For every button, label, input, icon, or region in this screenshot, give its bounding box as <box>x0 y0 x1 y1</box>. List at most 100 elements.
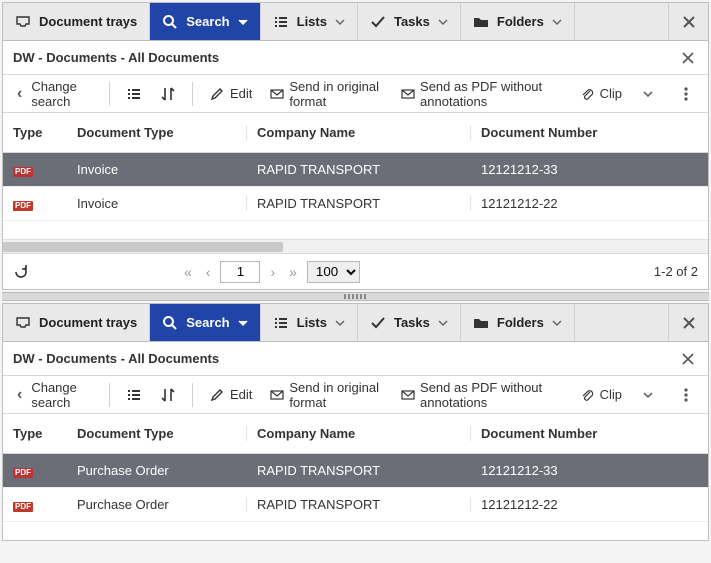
horizontal-scrollbar[interactable] <box>3 239 708 253</box>
toolbar-dropdown[interactable] <box>634 383 662 407</box>
page-size-select[interactable]: 100 <box>307 261 360 283</box>
tab-document-trays[interactable]: Document trays <box>3 3 150 40</box>
cell-document-number: 12121212-22 <box>471 497 708 512</box>
mail-icon <box>270 387 284 403</box>
chevron-down-icon[interactable] <box>438 318 448 328</box>
chevron-down-icon[interactable] <box>438 17 448 27</box>
close-icon <box>682 15 696 29</box>
sort-button[interactable] <box>154 383 182 407</box>
tab-tasks[interactable]: Tasks <box>358 3 461 40</box>
edit-button[interactable]: Edit <box>203 82 258 106</box>
toolbar-dropdown[interactable] <box>634 82 662 106</box>
send-original-button[interactable]: Send in original format <box>264 376 389 414</box>
tab-bar: Document trays Search Lists Tasks Folder… <box>3 304 708 342</box>
chevron-down-icon[interactable] <box>238 17 248 27</box>
col-type[interactable]: Type <box>3 426 67 441</box>
pencil-icon <box>209 86 225 102</box>
cell-document-type: Purchase Order <box>67 497 247 512</box>
edit-button[interactable]: Edit <box>203 383 258 407</box>
tab-bar: Document trays Search Lists Tasks Folder… <box>3 3 708 41</box>
tab-search[interactable]: Search <box>150 304 260 341</box>
pager-nav: « ‹ › » 100 <box>180 261 360 283</box>
chevron-down-icon[interactable] <box>552 318 562 328</box>
tab-document-trays[interactable]: Document trays <box>3 304 150 341</box>
send-original-button[interactable]: Send in original format <box>264 75 389 113</box>
tab-tasks[interactable]: Tasks <box>358 304 461 341</box>
display-mode-button[interactable] <box>120 82 148 106</box>
toolbar-overflow <box>634 82 700 106</box>
col-document-type[interactable]: Document Type <box>67 426 247 441</box>
folder-icon <box>473 14 489 30</box>
toolbar-label: Clip <box>600 387 622 402</box>
paperclip-icon <box>579 86 595 102</box>
cell-company: RAPID TRANSPORT <box>247 196 471 211</box>
mail-icon <box>401 387 415 403</box>
close-tabgroup-button[interactable] <box>668 304 708 341</box>
display-mode-button[interactable] <box>120 383 148 407</box>
prev-page-button[interactable]: ‹ <box>202 262 215 282</box>
table-row[interactable]: PDF Invoice RAPID TRANSPORT 12121212-33 <box>3 153 708 187</box>
send-pdf-button[interactable]: Send as PDF without annotations <box>395 75 567 113</box>
tab-search[interactable]: Search <box>150 3 260 40</box>
col-company[interactable]: Company Name <box>247 125 471 140</box>
scrollbar-thumb[interactable] <box>3 242 283 252</box>
first-page-button[interactable]: « <box>180 262 196 282</box>
refresh-button[interactable] <box>13 264 29 280</box>
last-page-button[interactable]: » <box>285 262 301 282</box>
sort-button[interactable] <box>154 82 182 106</box>
change-search-button[interactable]: Change search <box>11 376 99 414</box>
cell-document-number: 12121212-22 <box>471 196 708 211</box>
tab-lists[interactable]: Lists <box>261 3 358 40</box>
cell-document-type: Purchase Order <box>67 463 247 478</box>
pdf-icon: PDF <box>13 201 33 211</box>
list-icon <box>126 387 142 403</box>
change-search-button[interactable]: Change search <box>11 75 99 113</box>
clip-button[interactable]: Clip <box>573 82 628 106</box>
cell-document-number: 12121212-33 <box>471 162 708 177</box>
col-company[interactable]: Company Name <box>247 426 471 441</box>
tab-folders[interactable]: Folders <box>461 304 575 341</box>
chevron-down-icon[interactable] <box>335 17 345 27</box>
table-row[interactable]: PDF Purchase Order RAPID TRANSPORT 12121… <box>3 454 708 488</box>
col-document-number[interactable]: Document Number <box>471 125 708 140</box>
cell-company: RAPID TRANSPORT <box>247 497 471 512</box>
table-row[interactable]: PDF Invoice RAPID TRANSPORT 12121212-22 <box>3 187 708 221</box>
toolbar-label: Send as PDF without annotations <box>420 79 561 109</box>
chevron-down-icon[interactable] <box>552 17 562 27</box>
close-icon <box>682 52 694 64</box>
close-view-button[interactable] <box>678 349 698 369</box>
table-header: Type Document Type Company Name Document… <box>3 414 708 454</box>
col-type[interactable]: Type <box>3 125 67 140</box>
view-title: DW - Documents - All Documents <box>13 50 219 65</box>
divider <box>192 383 193 407</box>
close-tabgroup-button[interactable] <box>668 3 708 40</box>
tab-folders[interactable]: Folders <box>461 3 575 40</box>
view-header: DW - Documents - All Documents <box>3 342 708 376</box>
tab-label: Search <box>186 14 229 29</box>
record-count: 1-2 of 2 <box>654 264 698 279</box>
toolbar-label: Change search <box>31 79 93 109</box>
kebab-icon <box>678 387 694 403</box>
paperclip-icon <box>579 387 595 403</box>
toolbar-label: Send in original format <box>289 79 383 109</box>
kebab-icon <box>678 86 694 102</box>
next-page-button[interactable]: › <box>266 262 279 282</box>
tray-icon <box>15 315 31 331</box>
top-pane: Document trays Search Lists Tasks Folder… <box>2 2 709 290</box>
page-input[interactable] <box>220 261 260 283</box>
toolbar-more[interactable] <box>672 383 700 407</box>
pane-splitter[interactable] <box>2 292 709 301</box>
toolbar-label: Clip <box>600 86 622 101</box>
tab-lists[interactable]: Lists <box>261 304 358 341</box>
clip-button[interactable]: Clip <box>573 383 628 407</box>
chevron-down-icon[interactable] <box>238 318 248 328</box>
chevron-down-icon[interactable] <box>335 318 345 328</box>
close-view-button[interactable] <box>678 48 698 68</box>
send-pdf-button[interactable]: Send as PDF without annotations <box>395 376 567 414</box>
col-document-number[interactable]: Document Number <box>471 426 708 441</box>
col-document-type[interactable]: Document Type <box>67 125 247 140</box>
table-row[interactable]: PDF Purchase Order RAPID TRANSPORT 12121… <box>3 488 708 522</box>
toolbar-more[interactable] <box>672 82 700 106</box>
pdf-icon: PDF <box>13 468 33 478</box>
cell-document-type: Invoice <box>67 196 247 211</box>
